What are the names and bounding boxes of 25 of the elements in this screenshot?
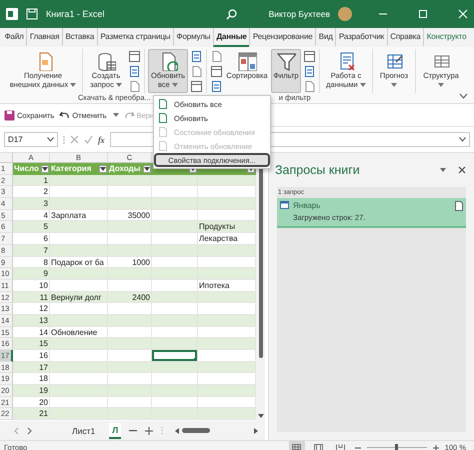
- table-cell: 1: [13, 174, 50, 186]
- table-cell: 9: [13, 268, 50, 280]
- table-cell: 3: [13, 198, 50, 210]
- table-cell: 2400: [108, 292, 152, 304]
- table-cell: Вернули долг: [50, 292, 108, 304]
- query-name: Январь: [293, 201, 322, 210]
- table-cell: 11: [13, 292, 50, 304]
- table-cell: 13: [13, 314, 50, 327]
- insert-function-button[interactable]: fx: [98, 134, 104, 144]
- pane-title: Запросы книги: [275, 163, 361, 177]
- header-cell: Число: [13, 163, 50, 175]
- ribbon-tab[interactable]: Файл: [2, 28, 26, 47]
- sheet-tab[interactable]: Лист1: [66, 424, 102, 438]
- header-cell: Доходы: [108, 163, 152, 175]
- window-title: Книга1 - Excel: [46, 9, 104, 19]
- table-cell: 17: [13, 362, 50, 374]
- table-cell: 21: [13, 408, 50, 420]
- user-name[interactable]: Виктор Бухтеев: [268, 9, 330, 19]
- table-cell: 15: [13, 338, 50, 350]
- table-cell: 7: [13, 244, 50, 256]
- table-cell: 19: [13, 385, 50, 397]
- header-cell: Категория: [50, 163, 108, 175]
- name-box[interactable]: D17: [4, 132, 58, 147]
- sheet-tab[interactable]: Л: [109, 422, 122, 438]
- table-cell: 5: [13, 221, 50, 234]
